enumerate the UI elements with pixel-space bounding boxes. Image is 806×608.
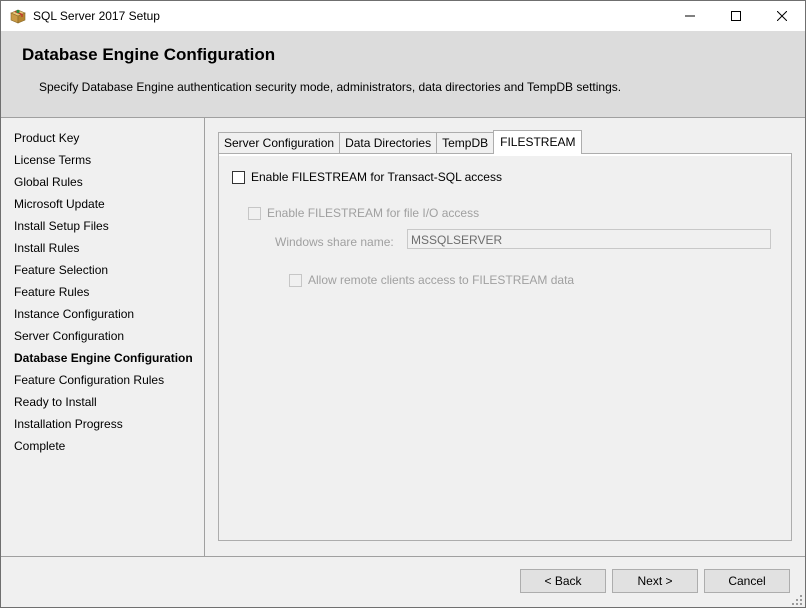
share-name-label: Windows share name: [275,235,394,249]
sidebar-item-install-setup-files[interactable]: Install Setup Files [14,218,193,240]
sidebar-item-feature-selection[interactable]: Feature Selection [14,262,193,284]
minimize-icon [685,15,695,17]
steps-list: Product Key License Terms Global Rules M… [14,130,193,460]
sidebar-item-instance-configuration[interactable]: Instance Configuration [14,306,193,328]
resize-grip-icon[interactable] [791,594,803,606]
page-subtitle: Specify Database Engine authentication s… [39,80,622,94]
enable-tsql-checkbox[interactable] [232,170,245,184]
maximize-button[interactable] [713,1,759,31]
enable-fileio-row: Enable FILESTREAM for file I/O access [248,206,479,220]
setup-window: SQL Server 2017 Setup Database Engine Co… [0,0,806,608]
sidebar-item-installation-progress[interactable]: Installation Progress [14,416,193,438]
steps-sidebar: Product Key License Terms Global Rules M… [1,118,205,556]
tab-data-directories[interactable]: Data Directories [339,132,437,155]
allow-remote-checkbox [289,273,302,287]
sidebar-item-microsoft-update[interactable]: Microsoft Update [14,196,193,218]
filestream-panel: Enable FILESTREAM for Transact-SQL acces… [218,153,792,541]
sidebar-item-license-terms[interactable]: License Terms [14,152,193,174]
cancel-button[interactable]: Cancel [704,569,790,593]
tab-filestream[interactable]: FILESTREAM [493,130,583,154]
enable-tsql-row[interactable]: Enable FILESTREAM for Transact-SQL acces… [232,170,502,184]
tab-server-configuration[interactable]: Server Configuration [218,132,340,155]
enable-fileio-label: Enable FILESTREAM for file I/O access [267,206,480,220]
close-icon [777,11,787,21]
back-button[interactable]: < Back [520,569,606,593]
tab-tempdb[interactable]: TempDB [436,132,494,155]
main-content: Server Configuration Data Directories Te… [205,118,805,556]
allow-remote-row: Allow remote clients access to FILESTREA… [289,273,574,287]
page-header: Database Engine Configuration Specify Da… [1,31,805,118]
close-button[interactable] [759,1,805,31]
panel-top-edge [219,154,791,156]
share-name-input: MSSQLSERVER [407,229,771,249]
window-title: SQL Server 2017 Setup [33,9,160,23]
next-button[interactable]: Next > [612,569,698,593]
minimize-button[interactable] [667,1,713,31]
sidebar-item-install-rules[interactable]: Install Rules [14,240,193,262]
title-bar: SQL Server 2017 Setup [1,1,805,31]
sidebar-item-database-engine-configuration[interactable]: Database Engine Configuration [14,350,193,372]
maximize-icon [731,11,741,21]
footer-bar: < Back Next > Cancel [1,556,805,607]
sidebar-item-complete[interactable]: Complete [14,438,193,460]
allow-remote-label: Allow remote clients access to FILESTREA… [308,273,575,287]
sidebar-item-server-configuration[interactable]: Server Configuration [14,328,193,350]
enable-fileio-checkbox [248,206,261,220]
sidebar-item-feature-configuration-rules[interactable]: Feature Configuration Rules [14,372,193,394]
sql-setup-box-icon [10,8,26,24]
sidebar-item-ready-to-install[interactable]: Ready to Install [14,394,193,416]
page-title: Database Engine Configuration [22,45,276,64]
sidebar-item-global-rules[interactable]: Global Rules [14,174,193,196]
sidebar-item-product-key[interactable]: Product Key [14,130,193,152]
sidebar-item-feature-rules[interactable]: Feature Rules [14,284,193,306]
enable-tsql-label[interactable]: Enable FILESTREAM for Transact-SQL acces… [251,170,502,184]
config-tabs: Server Configuration Data Directories Te… [218,130,583,155]
